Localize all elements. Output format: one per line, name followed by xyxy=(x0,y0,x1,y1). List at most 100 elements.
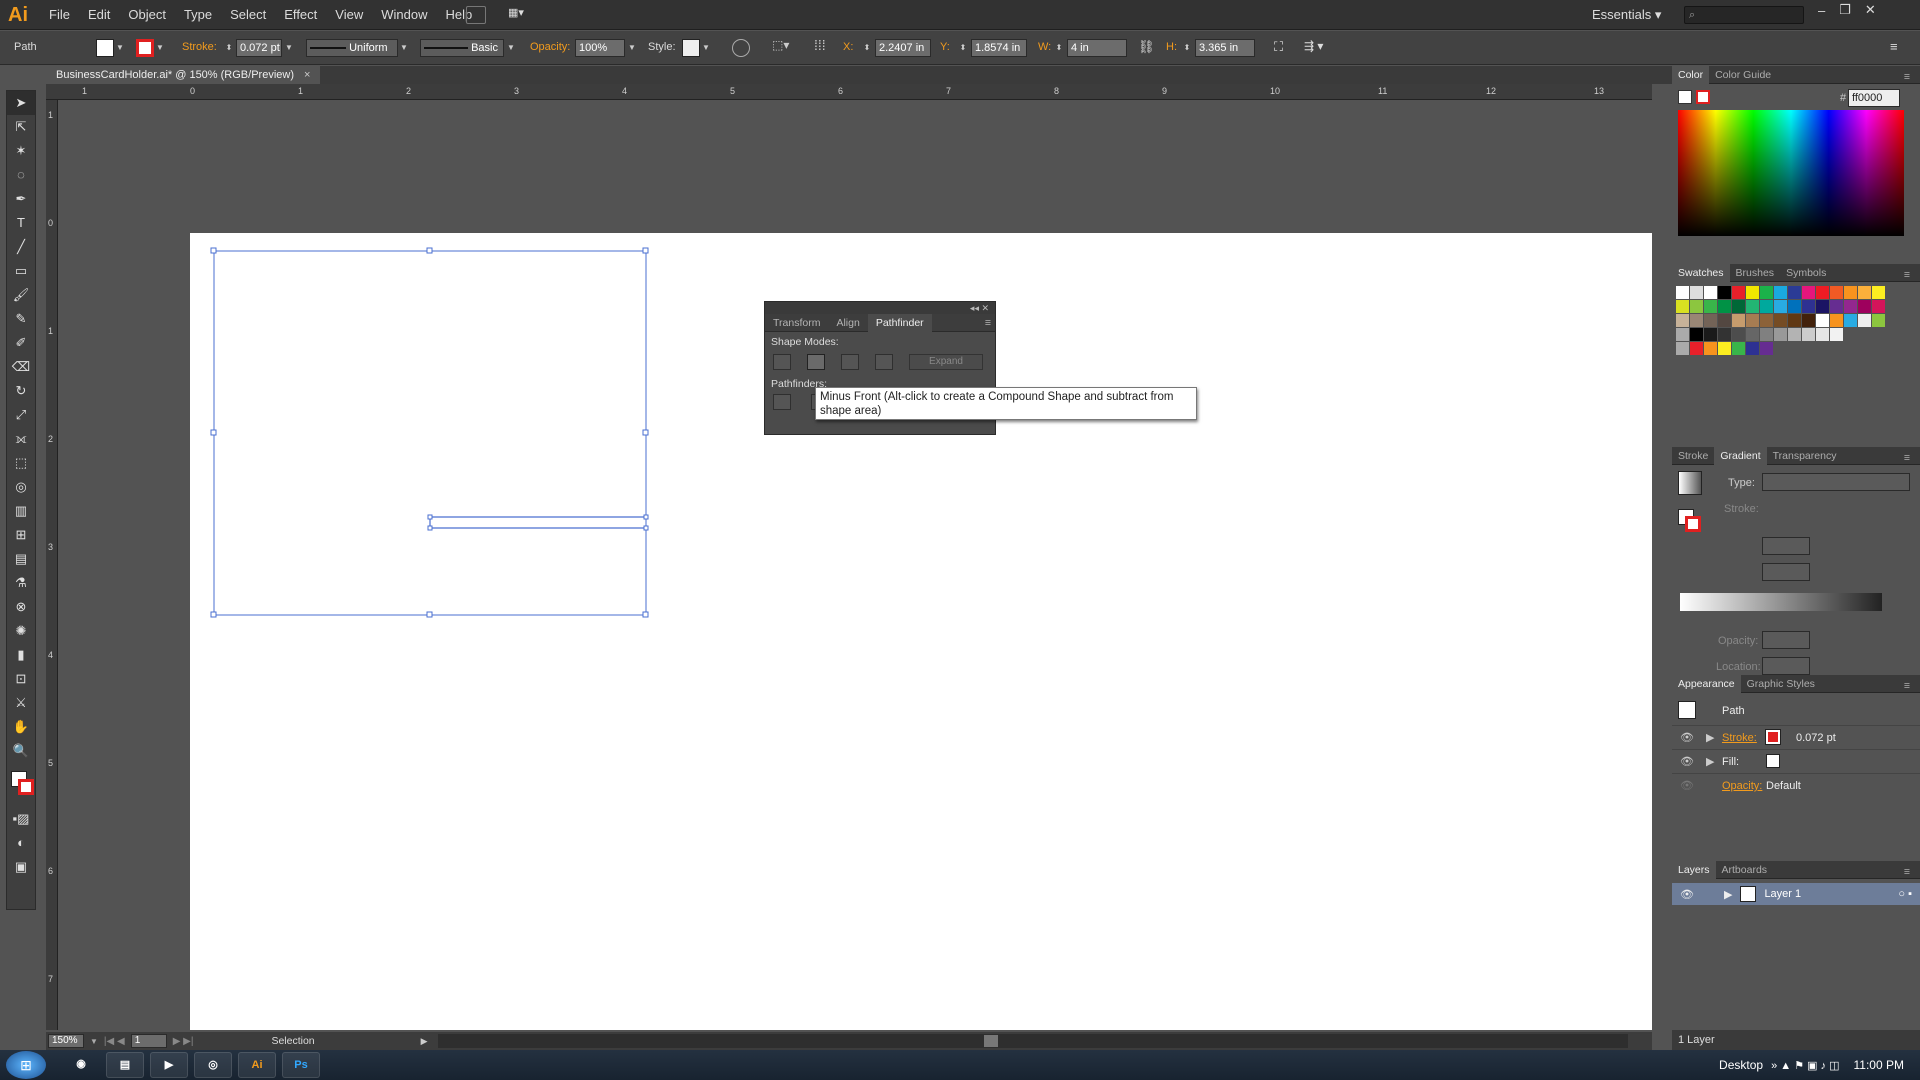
scrollbar-thumb[interactable] xyxy=(983,1035,998,1047)
hex-input[interactable]: ff0000 xyxy=(1848,89,1900,107)
symbol-sprayer-tool-icon[interactable]: ✺ xyxy=(7,619,35,643)
opacity-field[interactable]: 100% xyxy=(575,39,625,57)
brush-definition[interactable]: Basic xyxy=(420,39,504,57)
tab-brushes[interactable]: Brushes xyxy=(1730,264,1781,282)
search-input[interactable]: ⌕ xyxy=(1684,6,1804,24)
stepper-icon[interactable]: ⬍ xyxy=(1182,39,1192,57)
eraser-tool-icon[interactable]: ⌫ xyxy=(7,355,35,379)
shape-builder-tool-icon[interactable]: ◎ xyxy=(7,475,35,499)
slice-tool-icon[interactable]: ⚔ xyxy=(7,691,35,715)
variable-width-profile[interactable]: Uniform xyxy=(306,39,398,57)
menu-type[interactable]: Type xyxy=(175,0,221,30)
color-spectrum[interactable] xyxy=(1678,110,1904,236)
tab-color-guide[interactable]: Color Guide xyxy=(1709,66,1777,84)
desktop-toolbar[interactable]: Desktop xyxy=(1719,1058,1763,1072)
minimize-icon[interactable]: – xyxy=(1818,3,1825,18)
chevron-down-icon[interactable]: ▼ xyxy=(627,39,637,57)
scale-tool-icon[interactable]: ⤢ xyxy=(7,403,35,427)
divide-icon[interactable] xyxy=(773,394,791,410)
current-color-swatch[interactable] xyxy=(1696,90,1710,104)
blob-brush-tool-icon[interactable]: ✐ xyxy=(7,331,35,355)
expand-triangle-icon[interactable]: ▶ xyxy=(1724,888,1732,901)
panel-menu-icon[interactable]: ≡ xyxy=(977,314,995,332)
stroke-weight-field[interactable]: 0.072 pt xyxy=(236,39,282,57)
target-icon[interactable]: ○ ▪ xyxy=(1898,888,1912,900)
artboard-tool-icon[interactable]: ⊡ xyxy=(7,667,35,691)
tab-align[interactable]: Align xyxy=(828,314,867,332)
direct-selection-tool-icon[interactable]: ⇱ xyxy=(7,115,35,139)
x-field[interactable]: 2.2407 in xyxy=(875,39,931,57)
chevron-down-icon[interactable]: ▼ xyxy=(90,1037,98,1046)
free-transform-tool-icon[interactable]: ⬚ xyxy=(7,451,35,475)
workspace-switcher[interactable]: Essentials ▾ xyxy=(1592,0,1661,30)
stepper-icon[interactable]: ⬍ xyxy=(1054,39,1064,57)
paintbrush-tool-icon[interactable]: 🖌 xyxy=(7,283,35,307)
document-tab[interactable]: BusinessCardHolder.ai* @ 150% (RGB/Previ… xyxy=(46,66,321,84)
artboard-nav-next-icon[interactable]: ▶ ▶| xyxy=(173,1036,194,1047)
tab-gradient[interactable]: Gradient xyxy=(1714,446,1767,465)
tab-layers[interactable]: Layers xyxy=(1672,860,1716,879)
none-swatch[interactable] xyxy=(1678,90,1692,104)
bridge-button[interactable] xyxy=(466,6,486,24)
chevron-down-icon[interactable]: ▼ xyxy=(155,39,165,57)
panel-header[interactable]: ◂◂ ✕ xyxy=(765,302,995,314)
graphic-style-swatch[interactable] xyxy=(682,39,700,57)
tab-appearance[interactable]: Appearance xyxy=(1672,674,1741,693)
chrome-icon[interactable]: ◎ xyxy=(194,1052,232,1078)
tab-graphic-styles[interactable]: Graphic Styles xyxy=(1741,675,1821,693)
stroke-label[interactable]: Stroke: xyxy=(1722,732,1757,744)
reference-point-icon[interactable]: ⁞⁞⁞ xyxy=(814,37,832,57)
menu-select[interactable]: Select xyxy=(221,0,275,30)
line-tool-icon[interactable]: ╱ xyxy=(7,235,35,259)
fill-stroke-widget[interactable] xyxy=(7,763,35,807)
aspect-ratio-field[interactable] xyxy=(1762,563,1810,581)
lasso-tool-icon[interactable]: ◌ xyxy=(7,163,35,187)
layer-row[interactable]: 👁 ▶ Layer 1 ○ ▪ xyxy=(1672,883,1920,905)
tab-color[interactable]: Color xyxy=(1672,65,1710,84)
fill-swatch[interactable] xyxy=(96,39,114,57)
rotate-tool-icon[interactable]: ↻ xyxy=(7,379,35,403)
chevron-down-icon[interactable]: ▼ xyxy=(506,39,516,57)
stepper-icon[interactable]: ⬍ xyxy=(862,39,872,57)
selection-tool-icon[interactable]: ➤ xyxy=(7,91,35,115)
gradient-preview[interactable] xyxy=(1678,471,1702,495)
pen-tool-icon[interactable]: ✒ xyxy=(7,187,35,211)
screen-mode-icon[interactable]: ▣ xyxy=(7,855,35,879)
color-mode-icon[interactable]: ▪▨ xyxy=(7,807,35,831)
menu-edit[interactable]: Edit xyxy=(79,0,119,30)
unite-icon[interactable] xyxy=(773,354,791,370)
selected-path[interactable] xyxy=(205,245,665,625)
eye-icon[interactable]: 👁 xyxy=(1680,888,1694,901)
angle-field[interactable] xyxy=(1762,537,1810,555)
drawing-mode-icon[interactable]: ◐ xyxy=(7,831,35,855)
tab-pathfinder[interactable]: Pathfinder xyxy=(867,313,932,332)
appearance-row-stroke[interactable]: 👁 ▶ Stroke: 0.072 pt xyxy=(1672,725,1920,749)
y-field[interactable]: 1.8574 in xyxy=(971,39,1027,57)
perspective-grid-tool-icon[interactable]: ▥ xyxy=(7,499,35,523)
chevron-down-icon[interactable]: ▼ xyxy=(399,39,409,57)
tab-artboards[interactable]: Artboards xyxy=(1716,861,1774,879)
close-icon[interactable]: ✕ xyxy=(1865,2,1876,18)
menu-view[interactable]: View xyxy=(326,0,372,30)
media-player-icon[interactable]: ▶ xyxy=(150,1052,188,1078)
rectangle-tool-icon[interactable]: ▭ xyxy=(7,259,35,283)
swatch-grid[interactable] xyxy=(1676,286,1906,361)
expand-triangle-icon[interactable]: ▶ xyxy=(1706,731,1714,744)
artboard-nav-first-icon[interactable]: |◀ ◀ xyxy=(104,1036,125,1047)
status-menu-icon[interactable]: ▶ xyxy=(421,1036,428,1047)
opacity-label[interactable]: Opacity: xyxy=(1722,780,1762,792)
selection-handles[interactable] xyxy=(210,247,649,618)
stroke-indicator[interactable] xyxy=(18,779,34,795)
height-field[interactable]: 3.365 in xyxy=(1195,39,1255,57)
expand-triangle-icon[interactable]: ▶ xyxy=(1706,755,1714,768)
stroke-swatch[interactable] xyxy=(1765,729,1781,745)
width-field[interactable]: 4 in xyxy=(1067,39,1127,57)
horizontal-scrollbar[interactable] xyxy=(437,1034,1628,1048)
blend-tool-icon[interactable]: ⊗ xyxy=(7,595,35,619)
close-icon[interactable]: × xyxy=(304,66,310,84)
width-tool-icon[interactable]: ⟗ xyxy=(7,427,35,451)
explorer-icon[interactable]: ▤ xyxy=(106,1052,144,1078)
type-tool-icon[interactable]: T xyxy=(7,211,35,235)
eyedropper-tool-icon[interactable]: ⚗ xyxy=(7,571,35,595)
stroke-swatch[interactable] xyxy=(136,39,154,57)
